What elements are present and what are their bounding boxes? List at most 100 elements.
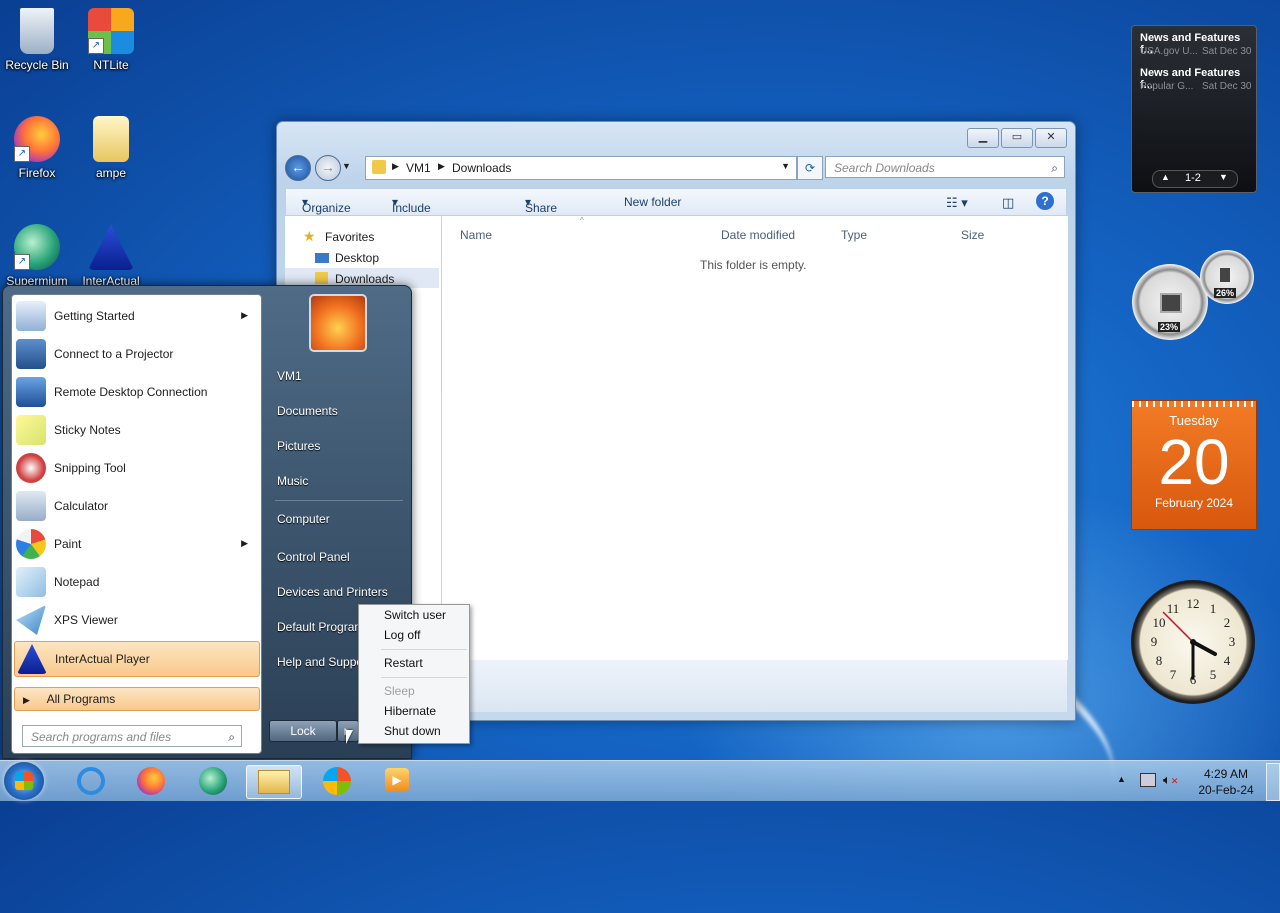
taskbar-windows-explorer[interactable] — [246, 765, 302, 799]
power-log-off[interactable]: Log off — [384, 628, 420, 642]
taskbar-supermium[interactable] — [186, 765, 240, 797]
taskbar-windows-media-player[interactable]: ▶ — [370, 765, 424, 797]
breadcrumb-chevron-icon[interactable]: ▶ — [438, 161, 445, 172]
program-label: Notepad — [54, 575, 100, 589]
program-connect-projector[interactable]: Connect to a Projector — [14, 337, 258, 371]
separator — [381, 649, 467, 650]
new-folder-button[interactable]: New folder — [624, 195, 681, 209]
clock-gadget[interactable]: 12 1 2 3 4 5 6 7 8 9 10 11 — [1131, 580, 1255, 704]
program-paint[interactable]: Paint ▶ — [14, 527, 258, 561]
search-placeholder: Search Downloads — [834, 161, 935, 175]
start-item-devices-printers[interactable]: Devices and Printers — [277, 585, 388, 599]
play-icon: ▶ — [385, 768, 409, 792]
close-button[interactable]: ✕ — [1035, 128, 1067, 148]
program-remote-desktop[interactable]: Remote Desktop Connection — [14, 375, 258, 409]
share-with-menu[interactable]: Share with ▾ — [525, 195, 557, 229]
user-picture[interactable] — [309, 294, 367, 352]
start-item-documents[interactable]: Documents — [277, 404, 338, 418]
feed-source: Popular G... — [1140, 81, 1194, 92]
start-item-user[interactable]: VM1 — [277, 369, 302, 383]
show-hidden-icons-chevron-icon[interactable]: ▲ — [1117, 774, 1126, 784]
preview-pane-icon[interactable]: ◫ — [1002, 195, 1014, 211]
clock-pivot — [1190, 639, 1196, 645]
start-item-default-programs[interactable]: Default Programs — [277, 620, 370, 634]
address-bar[interactable]: ▶ VM1 ▶ Downloads ▼ — [365, 156, 797, 180]
program-getting-started[interactable]: Getting Started ▶ — [14, 299, 258, 333]
program-snipping-tool[interactable]: Snipping Tool — [14, 451, 258, 485]
folder-icon — [93, 116, 129, 162]
column-name[interactable]: Name — [460, 228, 492, 242]
program-interactual-player[interactable]: InterActual Player — [14, 641, 260, 677]
desktop-icon-interactual[interactable]: InterActual — [74, 224, 148, 288]
breadcrumb-chevron-icon[interactable]: ▶ — [392, 161, 399, 172]
submenu-arrow-icon[interactable]: ▶ — [241, 538, 248, 549]
power-restart[interactable]: Restart — [384, 656, 423, 670]
lock-button[interactable]: Lock — [269, 720, 337, 742]
breadcrumb-vm1[interactable]: VM1 — [406, 161, 431, 175]
program-xps-viewer[interactable]: XPS Viewer — [14, 603, 258, 637]
desktop-icon-supermium[interactable]: ↗ Supermium — [0, 224, 74, 288]
previous-icon[interactable]: ▲ — [1161, 172, 1170, 182]
nav-desktop[interactable]: Desktop — [335, 251, 379, 265]
start-menu-programs-pane: Getting Started ▶ Connect to a Projector… — [11, 294, 262, 754]
start-orb-button[interactable] — [4, 762, 44, 800]
start-item-music[interactable]: Music — [277, 474, 308, 488]
back-button[interactable]: ← — [285, 155, 311, 181]
maximize-button[interactable]: ▭ — [1001, 128, 1033, 148]
address-history-chevron-icon[interactable]: ▼ — [781, 161, 790, 171]
desktop-icon-ntlite[interactable]: ↗ NTLite — [74, 8, 148, 72]
program-calculator[interactable]: Calculator — [14, 489, 258, 523]
network-icon[interactable] — [1140, 773, 1156, 787]
recent-pages-chevron-icon[interactable]: ▼ — [342, 161, 351, 171]
search-icon: ⌕ — [228, 730, 235, 744]
power-shut-down[interactable]: Shut down — [384, 724, 441, 738]
refresh-icon[interactable]: ⟳ — [797, 156, 823, 180]
taskbar-internet-explorer[interactable] — [64, 765, 118, 797]
program-sticky-notes[interactable]: Sticky Notes — [14, 413, 258, 447]
start-item-control-panel[interactable]: Control Panel — [277, 550, 350, 564]
file-list[interactable]: Name ^ Date modified Type Size This fold… — [442, 216, 1068, 660]
start-item-help-support[interactable]: Help and Support — [277, 655, 370, 669]
breadcrumb-downloads[interactable]: Downloads — [452, 161, 511, 175]
minimize-button[interactable]: ▁ — [967, 128, 999, 148]
start-item-computer[interactable]: Computer — [277, 512, 330, 526]
desktop-icon-label: ampe — [95, 166, 127, 180]
taskbar-media-player[interactable] — [310, 765, 364, 797]
calendar-gadget[interactable]: Tuesday 20 February 2024 — [1131, 400, 1257, 530]
column-date-modified[interactable]: Date modified — [721, 228, 795, 242]
column-type[interactable]: Type — [841, 228, 867, 242]
search-downloads-input[interactable]: Search Downloads ⌕ — [825, 156, 1065, 178]
cpu-meter-gadget[interactable]: 23% 26% — [1130, 248, 1256, 344]
desktop-icon-ampe[interactable]: ampe — [74, 116, 148, 180]
nav-downloads: Downloads — [335, 272, 395, 286]
taskbar: ▶ ▲ 🔈︎✕ 4:29 AM 20-Feb-24 — [0, 760, 1280, 801]
show-desktop-button[interactable] — [1266, 763, 1280, 801]
organize-menu[interactable]: Organize ▾ — [302, 195, 351, 215]
power-switch-user[interactable]: Switch user — [384, 608, 446, 622]
taskbar-firefox[interactable] — [124, 765, 178, 797]
clock-numeral: 5 — [1210, 667, 1217, 682]
desktop-icon-firefox[interactable]: ↗ Firefox — [0, 116, 74, 180]
memory-usage: 26% — [1214, 288, 1237, 298]
volume-muted-icon[interactable]: 🔈︎✕ — [1163, 772, 1178, 788]
nav-favorites[interactable]: Favorites — [325, 230, 374, 244]
feed-date: Sat Dec 30 — [1202, 46, 1252, 57]
all-programs-button[interactable]: ▶ All Programs — [14, 687, 260, 711]
feed-headlines-gadget[interactable]: News and Features f... USA.gov U... Sat … — [1131, 25, 1257, 193]
feed-source: USA.gov U... — [1140, 46, 1198, 57]
taskbar-clock[interactable]: 4:29 AM 20-Feb-24 — [1196, 766, 1256, 798]
program-notepad[interactable]: Notepad — [14, 565, 258, 599]
column-size[interactable]: Size — [961, 228, 984, 242]
desktop-icon-recycle-bin[interactable]: Recycle Bin — [0, 8, 74, 72]
start-item-pictures[interactable]: Pictures — [277, 439, 320, 453]
view-options-icon[interactable]: ☷ ▾ — [946, 195, 968, 211]
help-icon[interactable]: ? — [1036, 192, 1054, 210]
power-hibernate[interactable]: Hibernate — [384, 704, 436, 718]
next-icon[interactable]: ▼ — [1219, 172, 1228, 182]
search-placeholder: Search programs and files — [31, 730, 172, 744]
forward-button[interactable]: → — [315, 155, 341, 181]
include-in-library-menu[interactable]: Include in library ▾ — [392, 195, 431, 243]
search-programs-input[interactable]: Search programs and files ⌕ — [22, 725, 242, 747]
submenu-arrow-icon[interactable]: ▶ — [241, 310, 248, 321]
clock-numeral: 3 — [1229, 634, 1236, 649]
